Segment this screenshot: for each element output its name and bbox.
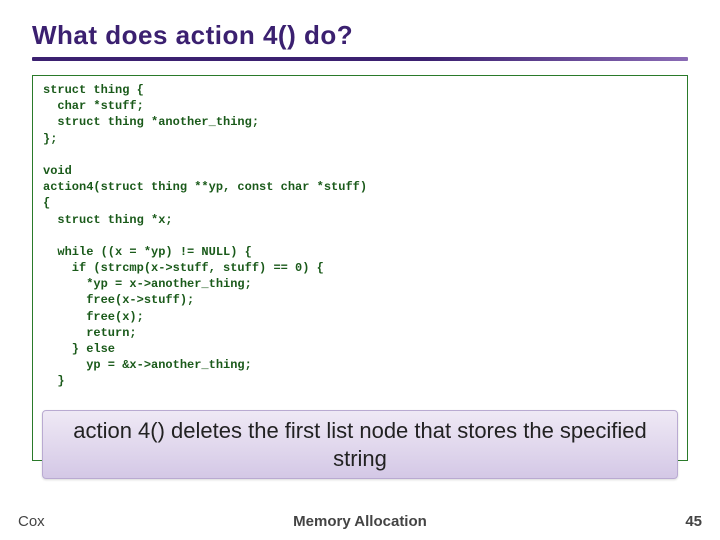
title-underline xyxy=(32,57,688,61)
page-title: What does action 4() do? xyxy=(32,20,688,51)
footer-center: Memory Allocation xyxy=(0,513,720,530)
slide: What does action 4() do? struct thing { … xyxy=(0,0,720,540)
answer-callout: action 4() deletes the first list node t… xyxy=(42,410,678,479)
code-block: struct thing { char *stuff; struct thing… xyxy=(32,75,688,461)
footer: Cox Memory Allocation 45 xyxy=(0,513,720,530)
